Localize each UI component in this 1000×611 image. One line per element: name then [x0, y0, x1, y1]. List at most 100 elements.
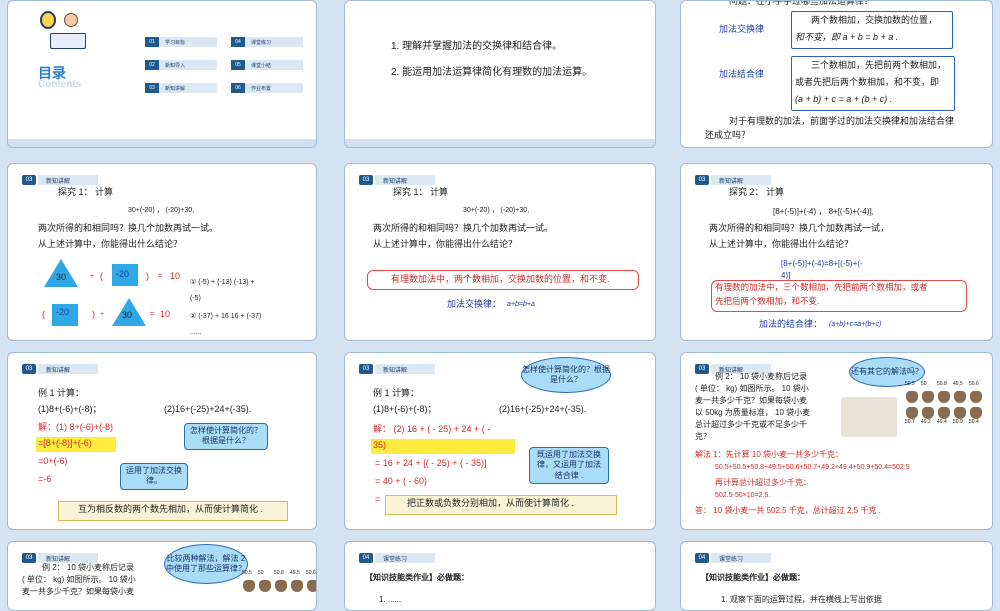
square-value: -20: [116, 269, 130, 279]
slide-practice-2[interactable]: 04 课堂练习 【知识技能类作业】必做题： 1. 观察下面的运算过程，并在横线上写…: [680, 541, 993, 611]
laptop-icon: [50, 33, 86, 49]
toc-subtitle: Contents: [38, 79, 82, 90]
bag-weight-label: 49.5: [953, 381, 963, 387]
intro-footer-1: 对于有理数的加法，前面学过的加法交换律和加法结合律: [729, 116, 955, 126]
example-line-3: 以 50kg 为质量标准， 10 袋小麦: [695, 408, 811, 417]
slide-practice-1[interactable]: 04 课堂练习 【知识技能类作业】必做题： 1. ......: [344, 541, 656, 611]
bag-weight-label: 50.5: [242, 570, 252, 576]
toc-item-label: 学习目标: [159, 37, 217, 47]
explore-line-2: 从上述计算中，你能得出什么结论？: [38, 239, 183, 249]
explore-line-1: 两次所得的和相同吗？换几个加数再试一试。: [38, 223, 219, 233]
toc-item-2[interactable]: 02 新知导入: [145, 59, 217, 71]
assoc-law-text-3: (a + b) + c = a + (b + c) .: [795, 94, 893, 104]
solution-1-b: 再计算总计超过多少千克：: [715, 478, 811, 487]
law-label: 加法的结合律：: [759, 319, 823, 329]
section-label: 新知讲解: [38, 364, 98, 374]
wheat-bag-icon: [259, 580, 271, 592]
slide-example-1b[interactable]: 03 新知讲解 例 1 计算： (1)8+(-6)+(-8)； (2)16+(-2…: [344, 352, 656, 530]
law-formula: (a+b)+c=a+(b+c): [829, 321, 882, 328]
slide-explore-1-conclusion[interactable]: 03 新知讲解 探究 1： 计算 30+(-20) ， (-20)+30, 两次所…: [344, 163, 656, 341]
slide-goals[interactable]: 1. 理解并掌握加法的交换律和结合律。 2. 能运用加法运算律简化有理数的加法运…: [344, 0, 656, 148]
practice-num: 04: [695, 553, 709, 563]
wheat-bag-icon: [970, 391, 982, 403]
toc-item-6[interactable]: 06 作业布置: [231, 82, 303, 94]
slide-intro[interactable]: 问题：在小学学过哪些加法运算律？ 加法交换律 两个数相加，交换加数的位置， 和不…: [680, 0, 993, 148]
section-num: 03: [22, 364, 36, 374]
explore-expression: 30+(-20) ， (-20)+30,: [128, 207, 195, 214]
toc-item-label: 课堂小结: [245, 60, 303, 70]
example-title: 例 1 计算：: [373, 388, 420, 398]
bag-weight-label: 49.2: [921, 419, 931, 425]
toc-item-5[interactable]: 05 课堂小结: [231, 59, 303, 71]
plus-sign-2: +: [100, 311, 105, 318]
example-line-1: ( 单位： kg) 如图所示。 10 袋小: [695, 384, 809, 393]
thought-cloud: 怎样使计算简化的？根据是什么？: [521, 357, 611, 393]
wheat-bag-icon: [954, 391, 966, 403]
section-tag: 03 新知讲解: [22, 363, 98, 375]
toc-item-num: 04: [231, 37, 245, 47]
explore-expression: [8+(-5)]+(-4) ， 8+[(-5)+(-4)],: [773, 207, 874, 216]
solution-label: 解：(1) 8+(-6)+(-8): [38, 422, 114, 432]
bag-weight-label: 50.8: [274, 570, 284, 576]
thought-cloud: 比较两种解法，解法 2 中使用了那些运算律？: [164, 544, 248, 584]
callout-answer: 运用了加法交换律。: [120, 463, 188, 490]
slide-example-1a[interactable]: 03 新知讲解 例 1 计算： (1)8+(-6)+(-8)； (2)16+(-2…: [7, 352, 317, 530]
practice-label: 课堂练习: [375, 553, 435, 563]
solution-step-2: =0+(-6): [38, 456, 68, 466]
bag-weight-label: 49.4: [937, 419, 947, 425]
bag-weight-label: 50.9: [953, 419, 963, 425]
slide-toc[interactable]: 目录 Contents 01 学习目标 02 新知导入 03 新知讲解 04 课堂练习 …: [7, 0, 317, 148]
slide-footer-band: [345, 139, 655, 147]
toc-item-4[interactable]: 04 课堂练习: [231, 36, 303, 48]
explore-line-2: 从上述计算中，你能得出什么结论？: [373, 239, 518, 249]
solution-1: 解法 1：先计算 10 袋小麦一共多少千克：: [695, 450, 844, 459]
practice-num: 04: [359, 553, 373, 563]
right-paren: ): [146, 271, 149, 281]
wheat-bag-icon: [938, 407, 950, 419]
bag-weight-label: 50.8: [937, 381, 947, 387]
solution-step-1: =[8+(-8)]+(-6): [38, 438, 92, 448]
toc-item-1[interactable]: 01 学习目标: [145, 36, 217, 48]
toc-item-3[interactable]: 03 新知讲解: [145, 82, 217, 94]
exercise-1-cont: (-5): [190, 295, 201, 302]
practice-line: 1. ......: [379, 595, 402, 604]
slide-example-2b[interactable]: 03 新知讲解 例 2： 10 袋小麦称后记录 ( 单位： kg) 如图所示。 1…: [7, 541, 317, 611]
explore-title: 探究 2： 计算: [729, 187, 785, 197]
section-num: 03: [22, 553, 36, 563]
toc-item-num: 06: [231, 83, 245, 93]
callout-answer: 既运用了加法交换律，又运用了加法结合律 .: [529, 447, 609, 485]
toc-item-label: 课堂练习: [245, 37, 303, 47]
toc-item-label: 新知讲解: [159, 83, 217, 93]
slide-example-2[interactable]: 03 新知讲解 例 2： 10 袋小麦称后记录 ( 单位： kg) 如图所示。 1…: [680, 352, 993, 530]
goal-2: 2. 能运用加法运算律简化有理数的加法运算。: [391, 67, 593, 78]
example-line-1: ( 单位： kg) 如图所示。 10 袋小: [22, 575, 136, 584]
explore-line-1: 两次所得的和相同吗？换几个加数再试一试，: [709, 223, 890, 233]
bag-weight-label: 50.7: [905, 419, 915, 425]
solution-step-1: = 16 + 24 + [( - 25) + ( - 35)]: [375, 458, 487, 468]
intro-footer-2: 还成立吗？: [705, 130, 751, 140]
section-label: 新知讲解: [375, 175, 435, 185]
toc-item-label: 作业布置: [245, 83, 303, 93]
example-title: 例 2： 10 袋小麦称后记录: [42, 563, 135, 572]
goal-1: 1. 理解并掌握加法的交换律和结合律。: [391, 41, 563, 52]
bag-weight-label: 50.6: [969, 381, 979, 387]
wheat-bag-icon: [291, 580, 303, 592]
summary-text: 互为相反数的两个数先相加，从而使计算简化 .: [78, 504, 264, 514]
section-tag: 03 新知讲解: [359, 174, 435, 186]
slide-explore-2[interactable]: 03 新知讲解 探究 2： 计算 [8+(-5)]+(-4) ， 8+[(-5)+…: [680, 163, 993, 341]
explore-title: 探究 1： 计算: [393, 187, 449, 197]
example-line-4: 总计超过多少千克或不足多少千: [695, 420, 807, 429]
bag-weight-label: 50: [258, 570, 264, 576]
section-tag: 03 新知讲解: [359, 363, 435, 375]
conclusion-text-1: 有理数的加法中，三个数相加，先把前两个数相加，或者: [715, 282, 928, 292]
practice-tag: 04 课堂练习: [359, 552, 435, 564]
slide-explore-1[interactable]: 03 新知讲解 探究 1： 计算 30+(-20) ， (-20)+30, 两次所…: [7, 163, 317, 341]
solution-1-c: 502.5-50×10=2.5.: [715, 492, 771, 499]
ellipsis: ......: [190, 329, 202, 336]
exercise-2: ② (-37) + 16 16 + (-37): [190, 313, 262, 320]
wheat-bag-icon: [906, 407, 918, 419]
triangle-value-2: 30: [122, 310, 133, 320]
lightbulb-icon: [40, 11, 56, 29]
section-num: 03: [695, 364, 709, 374]
intro-question: 问题：在小学学过哪些加法运算律？: [729, 0, 874, 6]
